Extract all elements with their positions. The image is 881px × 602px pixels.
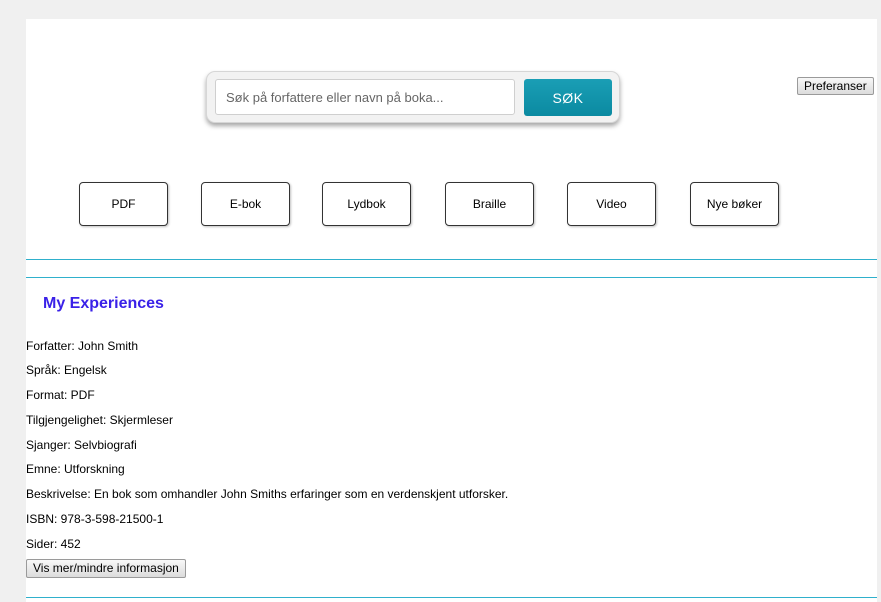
format-button-ebook[interactable]: E-bok [201, 182, 290, 226]
divider-top [26, 259, 877, 260]
format-button-pdf[interactable]: PDF [79, 182, 168, 226]
detail-isbn: ISBN: 978-3-598-21500-1 [26, 512, 164, 526]
detail-subject: Emne: Utforskning [26, 462, 125, 476]
section-title: My Experiences [43, 295, 164, 312]
divider-middle [26, 277, 877, 278]
detail-language: Språk: Engelsk [26, 363, 107, 377]
detail-author: Forfatter: John Smith [26, 339, 139, 353]
search-box: SØK [206, 71, 620, 123]
divider-bottom [26, 597, 877, 598]
format-button-audiobook[interactable]: Lydbok [322, 182, 411, 226]
format-button-braille[interactable]: Braille [445, 182, 534, 226]
preferences-button[interactable]: Preferanser [797, 77, 874, 95]
detail-accessibility: Tilgjengelighet: Skjermleser [26, 413, 173, 427]
detail-description: Beskrivelse: En bok som omhandler John S… [26, 487, 509, 501]
toggle-info-button[interactable]: Vis mer/mindre informasjon [26, 559, 186, 578]
search-input[interactable] [215, 79, 515, 115]
format-button-video[interactable]: Video [567, 182, 656, 226]
detail-format: Format: PDF [26, 388, 95, 402]
detail-genre: Sjanger: Selvbiografi [26, 438, 137, 452]
page-content: SØK Preferanser PDF E-bok Lydbok Braille… [26, 19, 877, 602]
format-button-new-books[interactable]: Nye bøker [690, 182, 779, 226]
search-button[interactable]: SØK [524, 79, 612, 116]
detail-pages: Sider: 452 [26, 537, 81, 551]
